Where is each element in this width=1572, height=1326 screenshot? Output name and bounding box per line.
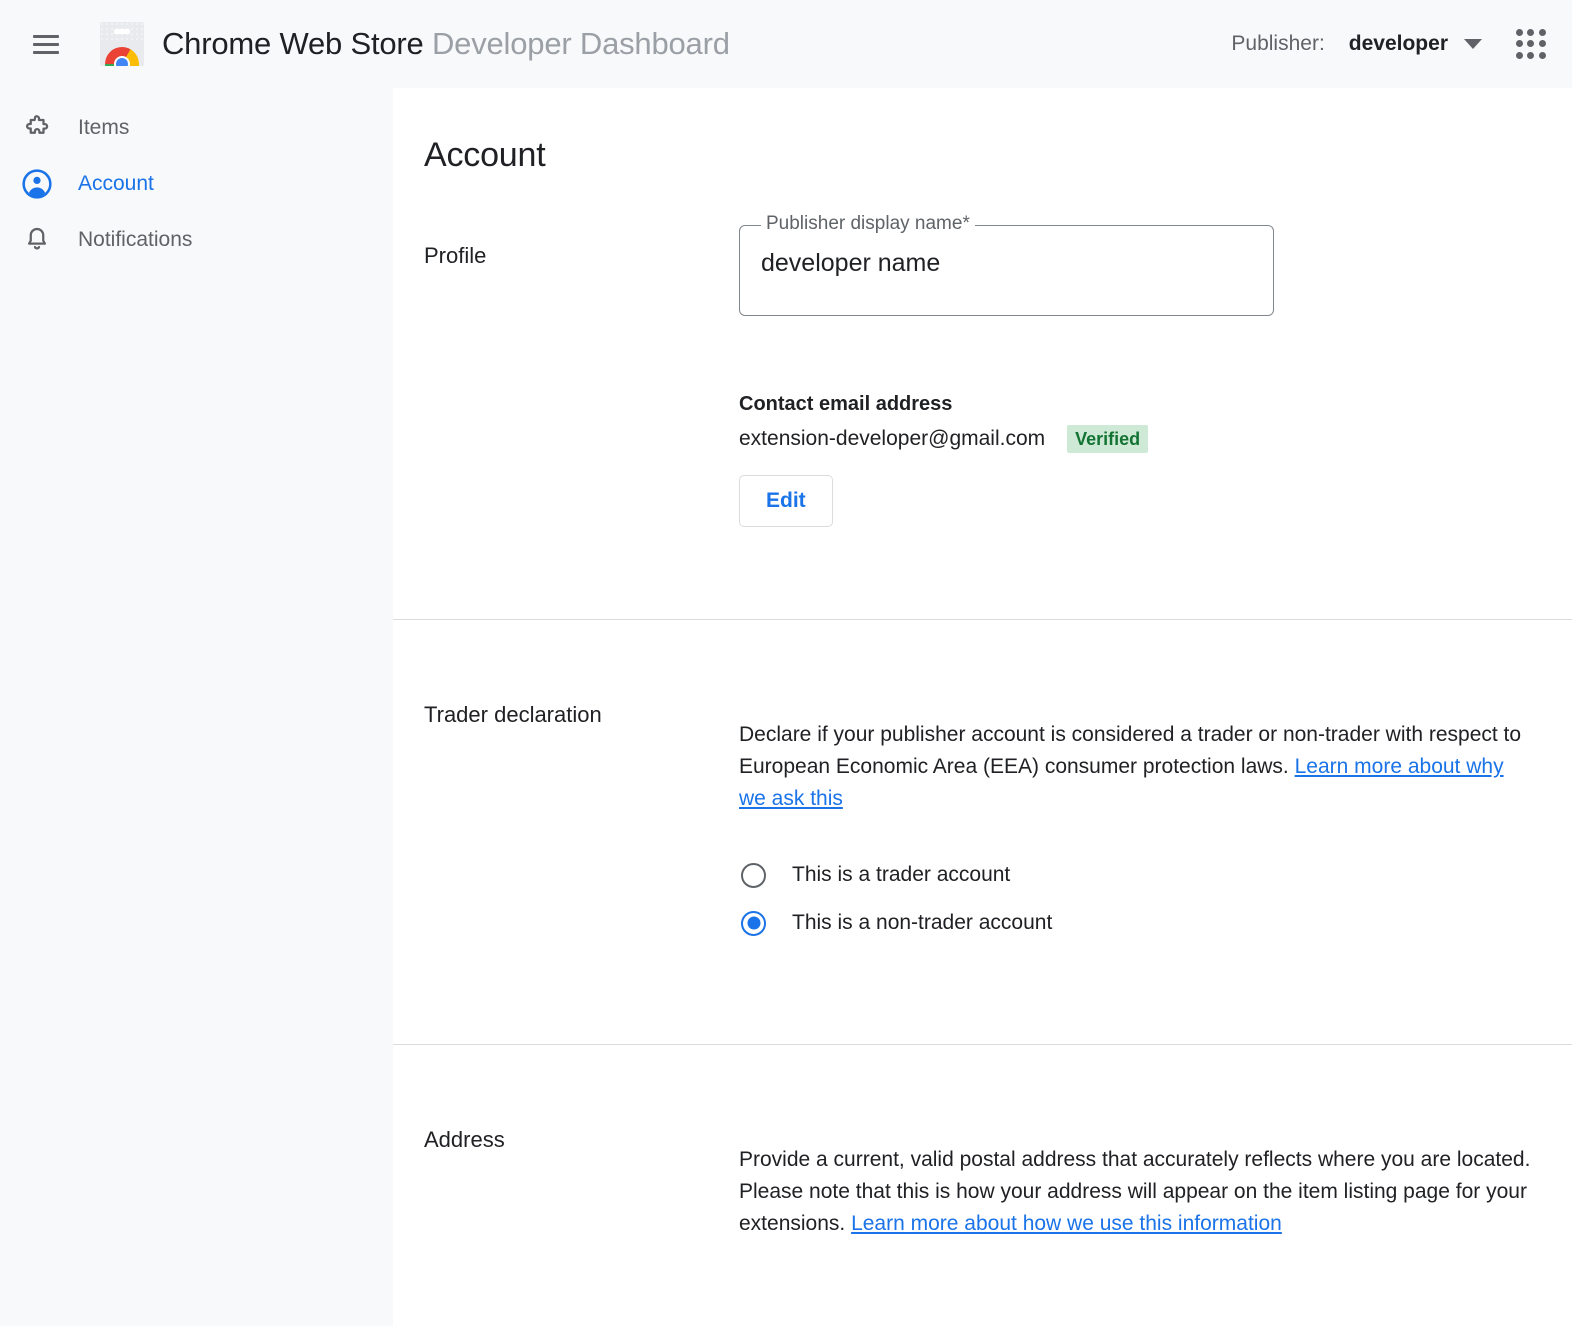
sidebar-item-items[interactable]: Items	[0, 100, 393, 156]
apps-dot	[1516, 52, 1523, 59]
trader-section-label: Trader declaration	[424, 698, 739, 947]
trader-description: Declare if your publisher account is con…	[739, 719, 1529, 815]
brand-primary: Chrome Web Store	[162, 26, 424, 61]
publisher-label: Publisher:	[1231, 32, 1324, 56]
hamburger-line	[33, 51, 59, 54]
radio-checked-icon[interactable]	[741, 911, 766, 936]
profile-section: Profile Publisher display name* Contact …	[393, 233, 1572, 527]
top-app-bar: Chrome Web Store Developer Dashboard Pub…	[0, 0, 1572, 88]
account-page-content: Account Profile Publisher display name* …	[393, 88, 1572, 1326]
hamburger-line	[33, 35, 59, 38]
profile-section-label: Profile	[424, 233, 739, 527]
apps-dot	[1539, 52, 1546, 59]
trader-declaration-section: Trader declaration Declare if your publi…	[393, 698, 1572, 947]
account-circle-icon	[14, 161, 60, 207]
chrome-web-store-logo	[100, 22, 144, 66]
section-divider	[393, 1044, 1572, 1045]
bell-icon	[14, 217, 60, 263]
page-title: Account	[424, 136, 1572, 175]
edit-email-button[interactable]: Edit	[739, 475, 833, 527]
address-section: Address Provide a current, valid postal …	[393, 1123, 1572, 1326]
address-section-label: Address	[424, 1123, 739, 1326]
address-learn-more-link[interactable]: Learn more about how we use this informa…	[851, 1212, 1282, 1235]
sidebar-item-notifications[interactable]: Notifications	[0, 212, 393, 268]
apps-dot	[1516, 29, 1523, 36]
brand-secondary: Developer Dashboard	[432, 26, 730, 61]
contact-email-heading: Contact email address	[739, 393, 1552, 416]
radio-option-label: This is a non-trader account	[792, 911, 1052, 935]
sidebar-navigation: Items Account Notifications	[0, 88, 393, 1326]
sidebar-item-label: Account	[78, 172, 154, 196]
apps-dot	[1527, 29, 1534, 36]
profile-section-body: Publisher display name* Contact email ad…	[739, 233, 1572, 527]
contact-email-value: extension-developer@gmail.com	[739, 427, 1045, 451]
radio-option-trader[interactable]: This is a trader account	[739, 851, 1552, 899]
sidebar-item-account[interactable]: Account	[0, 156, 393, 212]
address-section-body: Provide a current, valid postal address …	[739, 1123, 1572, 1326]
top-bar-actions: Publisher: developer	[1231, 29, 1572, 59]
apps-dot	[1527, 52, 1534, 59]
radio-option-non-trader[interactable]: This is a non-trader account	[739, 899, 1552, 947]
app-title: Chrome Web Store Developer Dashboard	[162, 26, 730, 62]
trader-radio-group: This is a trader account This is a non-t…	[739, 851, 1552, 947]
hamburger-line	[33, 43, 59, 46]
status-badge-verified: Verified	[1067, 425, 1148, 453]
logo-bag-handle	[114, 29, 130, 34]
apps-dot	[1539, 40, 1546, 47]
address-description: Provide a current, valid postal address …	[739, 1144, 1552, 1240]
apps-dot	[1516, 40, 1523, 47]
publisher-display-name-label: Publisher display name*	[761, 213, 975, 235]
publisher-display-name-field[interactable]: Publisher display name*	[739, 225, 1274, 316]
sidebar-item-label: Notifications	[78, 228, 192, 252]
publisher-selector-value[interactable]: developer	[1349, 32, 1448, 56]
chevron-down-icon[interactable]	[1464, 39, 1482, 49]
hamburger-menu-icon[interactable]	[22, 20, 70, 68]
trader-section-body: Declare if your publisher account is con…	[739, 698, 1572, 947]
chrome-center	[114, 56, 130, 66]
section-divider	[393, 619, 1572, 620]
publisher-display-name-input[interactable]	[761, 249, 1241, 278]
sidebar-item-label: Items	[78, 116, 129, 140]
apps-dot	[1527, 40, 1534, 47]
puzzle-piece-icon	[14, 105, 60, 151]
radio-option-label: This is a trader account	[792, 863, 1010, 887]
apps-dot	[1539, 29, 1546, 36]
radio-unchecked-icon[interactable]	[741, 863, 766, 888]
apps-grid-icon[interactable]	[1516, 29, 1546, 59]
contact-email-row: extension-developer@gmail.com Verified	[739, 425, 1552, 453]
chrome-mark	[105, 47, 139, 65]
